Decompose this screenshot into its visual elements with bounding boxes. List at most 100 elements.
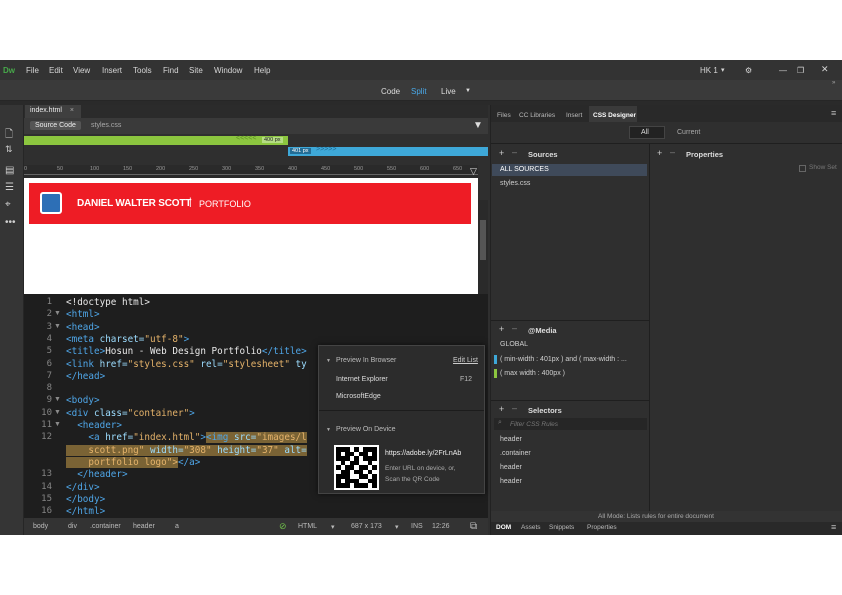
tab-close-icon[interactable]: × [70, 107, 74, 114]
add-source-button[interactable]: + [499, 148, 504, 158]
media-heading[interactable]: @Media [528, 326, 557, 335]
remove-media-button[interactable]: – [512, 323, 517, 333]
menu-view[interactable]: View [73, 66, 90, 75]
doc-type-caret[interactable]: ▾ [331, 523, 335, 531]
media-query-bar-min[interactable]: 401 px >>>>> [288, 146, 488, 156]
document-tab-index[interactable]: index.html × [25, 105, 81, 118]
edit-list-link[interactable]: Edit List [453, 357, 478, 364]
menu-help[interactable]: Help [254, 66, 270, 75]
code-line[interactable]: </header> [66, 469, 127, 480]
filter-icon[interactable]: ▼ [473, 120, 483, 131]
live-preview-icon[interactable]: ⧉ [470, 521, 477, 532]
code-line[interactable]: <head> [66, 322, 100, 333]
workspace-switcher[interactable]: HK 1 [700, 66, 718, 75]
fold-arrow-icon[interactable]: ▼ [54, 421, 61, 428]
selector-item[interactable]: header [500, 436, 522, 443]
add-property-button[interactable]: + [657, 148, 662, 158]
menu-site[interactable]: Site [189, 66, 203, 75]
more-tools-icon[interactable]: ••• [5, 217, 16, 228]
panel-tab-insert[interactable]: Insert [566, 112, 582, 119]
live-view[interactable]: DANIEL WALTER SCOTT | PORTFOLIO [24, 178, 478, 294]
menu-file[interactable]: File [26, 66, 39, 75]
source-styles[interactable]: styles.css [500, 180, 530, 187]
code-view-button[interactable]: Code [381, 87, 400, 96]
menu-insert[interactable]: Insert [102, 66, 122, 75]
preview-microsoft-edge[interactable]: MicrosoftEdge [336, 393, 381, 400]
close-icon[interactable]: ✕ [821, 64, 829, 75]
preview-browser-heading[interactable]: Preview In Browser [336, 357, 396, 364]
code-line[interactable]: </head> [66, 371, 105, 382]
header-banner[interactable]: DANIEL WALTER SCOTT | PORTFOLIO [29, 183, 471, 224]
preview-url[interactable]: https://adobe.ly/2FrLnAb [385, 450, 461, 457]
show-set-checkbox[interactable] [799, 165, 806, 172]
panel-tab-css-designer[interactable]: CSS Designer [593, 112, 636, 119]
related-file-source[interactable]: Source Code [30, 121, 81, 130]
menu-window[interactable]: Window [214, 66, 242, 75]
format-source-icon[interactable]: ☰ [5, 182, 14, 193]
fold-arrow-icon[interactable]: ▼ [54, 409, 61, 416]
selector-item[interactable]: header [500, 464, 522, 471]
preview-browser-caret[interactable]: ▼ [326, 358, 331, 364]
add-selector-button[interactable]: + [499, 404, 504, 414]
all-toggle[interactable]: All [641, 129, 649, 136]
restore-icon[interactable]: ❐ [797, 66, 804, 75]
code-line[interactable]: <!doctype html> [66, 297, 150, 308]
live-view-scrollbar[interactable] [478, 200, 488, 294]
window-size-caret[interactable]: ▾ [395, 523, 399, 531]
preview-device-caret[interactable]: ▼ [326, 427, 331, 433]
code-line[interactable]: <meta charset="utf-8"> [66, 334, 189, 345]
tag-selector-header[interactable]: header [133, 523, 155, 530]
menu-tools[interactable]: Tools [133, 66, 152, 75]
remove-source-button[interactable]: – [512, 147, 517, 157]
menu-edit[interactable]: Edit [49, 66, 63, 75]
code-line[interactable]: <a href="index.html"><img src="images/l [66, 432, 307, 444]
live-dropdown-icon[interactable]: ▼ [465, 88, 471, 94]
code-line[interactable]: <html> [66, 309, 100, 320]
code-line[interactable]: <link href="styles.css" rel="stylesheet"… [66, 359, 307, 370]
tag-selector-a[interactable]: a [175, 523, 179, 530]
sync-settings-icon[interactable]: ⚙ [745, 66, 752, 75]
related-file-styles[interactable]: styles.css [91, 122, 121, 129]
source-all[interactable]: ALL SOURCES [500, 166, 549, 173]
code-hint-icon[interactable]: ▤ [5, 165, 14, 176]
tag-selector-div[interactable]: div [68, 523, 77, 530]
code-line[interactable]: <body> [66, 395, 100, 406]
code-line[interactable]: portfolio logo"></a> [66, 456, 200, 468]
add-media-button[interactable]: + [499, 324, 504, 334]
window-size-select[interactable]: 687 x 173 [351, 523, 382, 530]
properties-heading[interactable]: Properties [686, 150, 723, 159]
fold-arrow-icon[interactable]: ▼ [54, 396, 61, 403]
code-line[interactable]: </html> [66, 506, 105, 517]
filter-css-rules-input[interactable]: Filter CSS Rules [510, 421, 558, 428]
preview-internet-explorer[interactable]: Internet Explorer [336, 376, 388, 383]
preview-device-heading[interactable]: Preview On Device [336, 426, 396, 433]
file-management-icon[interactable]: ⇅ [5, 144, 13, 155]
code-line[interactable]: <header> [66, 420, 122, 431]
remove-selector-button[interactable]: – [512, 403, 517, 413]
fold-arrow-icon[interactable]: ▼ [54, 323, 61, 330]
menu-find[interactable]: Find [163, 66, 179, 75]
panel-menu-icon[interactable]: ≡ [831, 108, 836, 118]
code-line[interactable]: <div class="container"> [66, 408, 195, 419]
tag-selector-body[interactable]: body [33, 523, 48, 530]
current-toggle[interactable]: Current [677, 129, 700, 136]
open-documents-icon[interactable]: 🗋 [5, 127, 13, 144]
collapse-panels-icon[interactable]: » [832, 80, 835, 86]
bottom-tab-assets[interactable]: Assets [521, 524, 541, 531]
media-query-max[interactable]: ( max width : 400px ) [500, 370, 565, 377]
live-view-button[interactable]: Live [441, 87, 456, 96]
sources-heading[interactable]: Sources [528, 150, 558, 159]
code-line[interactable]: </body> [66, 494, 105, 505]
code-line[interactable]: </div> [66, 482, 100, 493]
ruler-handle-icon[interactable]: ▽ [470, 166, 477, 177]
insert-mode[interactable]: INS [411, 523, 423, 530]
panel-tab-cc-libraries[interactable]: CC Libraries [519, 112, 555, 119]
bottom-panel-menu-icon[interactable]: ≡ [831, 522, 836, 532]
split-view-button[interactable]: Split [411, 87, 427, 96]
media-query-min[interactable]: ( min-width : 401px ) and ( max-width : … [500, 356, 627, 363]
media-global[interactable]: GLOBAL [500, 341, 528, 348]
media-query-bar-max[interactable]: <<<<< 400 px [24, 135, 288, 145]
minimize-icon[interactable]: — [779, 66, 787, 75]
doc-type-select[interactable]: HTML [298, 523, 317, 530]
bottom-tab-properties[interactable]: Properties [587, 524, 617, 531]
